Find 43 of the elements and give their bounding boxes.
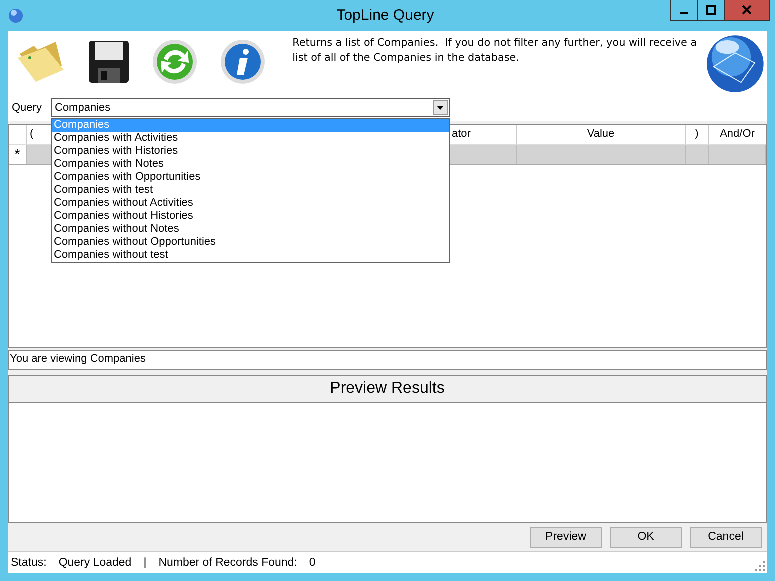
records-label: Number of Records Found: <box>158 556 298 569</box>
dropdown-option[interactable]: Companies with Histories <box>52 145 449 158</box>
refresh-icon[interactable] <box>152 39 198 85</box>
column-header[interactable]: ator <box>448 124 517 144</box>
column-header[interactable]: ) <box>686 124 709 144</box>
dropdown-option[interactable]: Companies without Opportunities <box>52 236 449 250</box>
window-title: TopLine Query <box>336 7 436 24</box>
close-button[interactable] <box>724 0 770 21</box>
view-note: You are viewing Companies <box>8 350 767 370</box>
grid-cell[interactable] <box>448 144 517 164</box>
grid-cell[interactable] <box>517 144 686 164</box>
minimize-button[interactable] <box>670 0 698 21</box>
dropdown-option[interactable]: Companies without Notes <box>52 223 449 236</box>
dialog-button[interactable]: Cancel <box>690 526 762 548</box>
query-description: Returns a list of Companies. If you do not filter any further, you will receive a list of all of the Companies in the database. <box>292 36 698 66</box>
globe-icon <box>706 33 765 95</box>
dropdown-option[interactable]: Companies with Opportunities <box>52 171 449 184</box>
records-count: 0 <box>309 556 316 569</box>
preview-title: Preview Results <box>329 378 446 399</box>
dropdown-option[interactable]: Companies without test <box>52 249 449 262</box>
column-header[interactable]: Value <box>517 124 686 144</box>
dropdown-option[interactable]: Companies without Activities <box>52 197 449 210</box>
app-icon <box>8 8 24 24</box>
grid-cell[interactable] <box>686 144 709 164</box>
resize-grip-icon[interactable] <box>755 561 765 572</box>
minimize-icon <box>680 12 688 14</box>
close-icon <box>742 5 752 15</box>
dropdown-option[interactable]: Companies with test <box>52 184 449 198</box>
column-header[interactable]: ( <box>27 124 53 144</box>
dialog-button[interactable]: OK <box>610 526 682 548</box>
dropdown-option[interactable]: Companies without Histories <box>52 210 449 224</box>
dropdown-option[interactable]: Companies with Notes <box>52 158 449 172</box>
status-value: Query Loaded <box>58 556 132 569</box>
status-label: Status: <box>11 556 47 569</box>
query-dropdown[interactable]: Companies <box>51 98 450 118</box>
dropdown-option[interactable]: Companies with Activities <box>52 132 449 146</box>
info-icon[interactable] <box>220 39 266 85</box>
grid-cell[interactable] <box>709 144 766 164</box>
query-label: Query <box>11 102 43 114</box>
dialog-button[interactable]: Preview <box>530 526 602 548</box>
column-header[interactable]: And/Or <box>709 124 766 144</box>
maximize-icon <box>706 5 716 15</box>
status-separator: | <box>144 556 147 569</box>
